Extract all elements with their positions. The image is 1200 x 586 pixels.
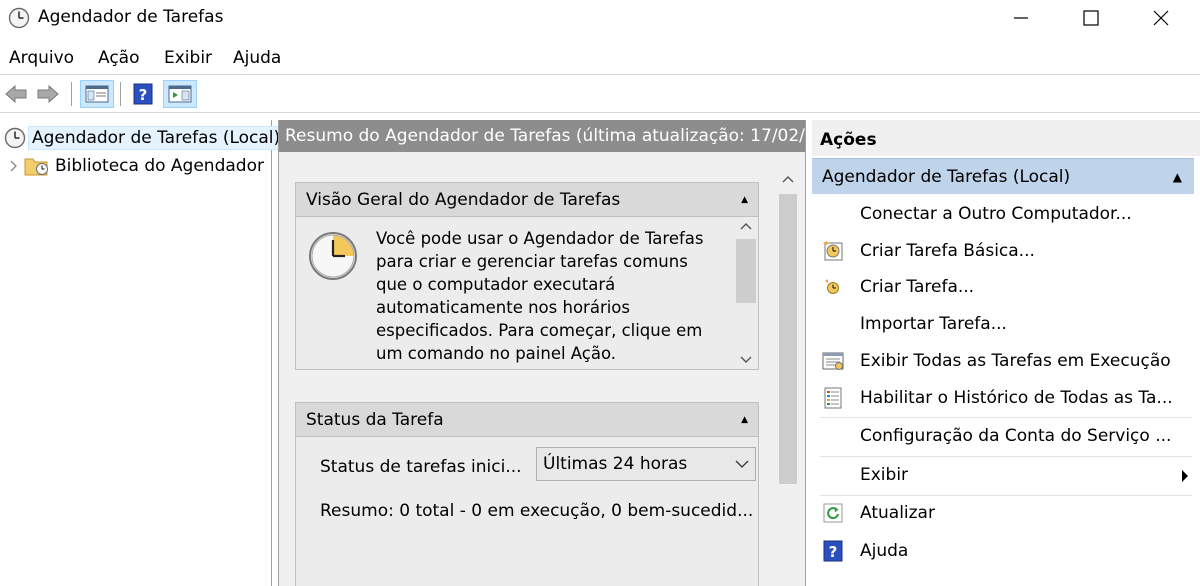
- summary-pane: Resumo do Agendador de Tarefas (última a…: [278, 120, 806, 586]
- summary-header: Resumo do Agendador de Tarefas (última a…: [279, 120, 805, 152]
- action-view-submenu[interactable]: Exibir: [812, 457, 1200, 493]
- menu-bar: Arquivo Ação Exibir Ajuda: [0, 40, 1200, 74]
- tree-item-label: Agendador de Tarefas (Local): [28, 126, 285, 150]
- back-arrow-icon: [5, 84, 27, 104]
- collapse-icon[interactable]: ▲: [741, 403, 748, 437]
- actions-group-label: Agendador de Tarefas (Local): [822, 167, 1071, 187]
- forward-arrow-icon: [37, 84, 59, 104]
- overview-scrollbar[interactable]: [734, 217, 758, 369]
- title-bar: Agendador de Tarefas: [0, 0, 1200, 36]
- status-period-label: Status de tarefas inici...: [320, 457, 522, 477]
- task-status-section: Status da Tarefa ▲ Status de tarefas ini…: [295, 402, 759, 586]
- menu-ajuda[interactable]: Ajuda: [233, 48, 281, 68]
- status-period-select[interactable]: Últimas 24 horas: [536, 447, 756, 481]
- overview-description: Você pode usar o Agendador de Tarefas pa…: [376, 229, 704, 363]
- menu-arquivo[interactable]: Arquivo: [9, 48, 74, 68]
- show-hide-console-tree-button[interactable]: [80, 80, 114, 108]
- clock-icon: [8, 7, 30, 34]
- submenu-arrow-icon: [1180, 468, 1190, 488]
- action-label: Exibir: [860, 465, 909, 485]
- action-label: Importar Tarefa...: [860, 314, 1007, 334]
- history-icon: [818, 387, 848, 409]
- tree-item-root[interactable]: Agendador de Tarefas (Local): [2, 124, 285, 152]
- action-label: Ajuda: [860, 541, 909, 561]
- overview-body: Você pode usar o Agendador de Tarefas pa…: [296, 217, 758, 369]
- show-hide-action-pane-button[interactable]: [163, 80, 197, 108]
- basic-task-icon: [818, 240, 848, 262]
- action-pane-icon: [168, 85, 192, 103]
- task-status-title: Status da Tarefa: [306, 410, 444, 430]
- menu-exibir[interactable]: Exibir: [164, 48, 212, 68]
- help-button[interactable]: ?: [128, 80, 158, 108]
- collapse-icon[interactable]: ▲: [741, 183, 748, 217]
- collapse-icon[interactable]: ▲: [1173, 159, 1182, 195]
- close-button[interactable]: [1126, 0, 1196, 36]
- chevron-down-icon: [735, 448, 749, 480]
- action-create-task[interactable]: Criar Tarefa...: [812, 269, 1200, 305]
- tree-item-label: Biblioteca do Agendador: [55, 156, 264, 176]
- actions-title: Ações: [812, 120, 1200, 156]
- action-refresh[interactable]: Atualizar: [812, 495, 1200, 531]
- menu-acao[interactable]: Ação: [98, 48, 140, 68]
- running-tasks-icon: [818, 351, 848, 371]
- svg-text:?: ?: [829, 543, 838, 561]
- minimize-button[interactable]: [986, 0, 1056, 36]
- help-icon: ?: [818, 540, 848, 562]
- console-tree: Agendador de Tarefas (Local) Biblioteca …: [0, 120, 285, 586]
- folder-clock-icon: [22, 155, 52, 177]
- action-display-running-tasks[interactable]: Exibir Todas as Tarefas em Execução: [812, 343, 1200, 379]
- action-label: Criar Tarefa Básica...: [860, 241, 1035, 261]
- scrollbar-thumb[interactable]: [736, 239, 756, 303]
- action-help[interactable]: ? Ajuda: [812, 533, 1200, 569]
- maximize-icon: [1083, 10, 1099, 26]
- status-summary: Resumo: 0 total - 0 em execução, 0 bem-s…: [320, 501, 754, 521]
- action-create-basic-task[interactable]: Criar Tarefa Básica...: [812, 233, 1200, 269]
- task-status-section-header[interactable]: Status da Tarefa ▲: [296, 403, 758, 437]
- overview-title: Visão Geral do Agendador de Tarefas: [306, 190, 621, 210]
- action-service-account-config[interactable]: Configuração da Conta do Serviço ...: [812, 418, 1200, 454]
- maximize-button[interactable]: [1056, 0, 1126, 36]
- action-label: Configuração da Conta do Serviço ...: [860, 426, 1172, 446]
- toolbar-divider: [0, 112, 1200, 113]
- console-tree-icon: [85, 85, 109, 103]
- scroll-up-icon[interactable]: [739, 221, 753, 231]
- toolbar-separator: [71, 82, 72, 106]
- help-icon: ?: [133, 83, 153, 105]
- scroll-up-icon[interactable]: [781, 174, 795, 184]
- task-status-body: Status de tarefas inici... Últimas 24 ho…: [296, 437, 758, 586]
- action-label: Exibir Todas as Tarefas em Execução: [860, 351, 1171, 371]
- clock-icon: [308, 231, 358, 286]
- scroll-down-icon[interactable]: [739, 355, 753, 365]
- status-period-value: Últimas 24 horas: [543, 454, 688, 474]
- back-button[interactable]: [2, 80, 30, 108]
- menu-divider: [0, 74, 1200, 75]
- actions-pane: Ações Agendador de Tarefas (Local) ▲ Con…: [812, 120, 1200, 586]
- overview-section: Visão Geral do Agendador de Tarefas ▲ Vo…: [295, 182, 759, 370]
- action-connect-computer[interactable]: Conectar a Outro Computador...: [812, 196, 1200, 232]
- summary-scrollbar[interactable]: [775, 168, 801, 586]
- actions-group-header[interactable]: Agendador de Tarefas (Local) ▲: [812, 158, 1194, 194]
- forward-button[interactable]: [34, 80, 62, 108]
- scrollbar-thumb[interactable]: [779, 194, 797, 484]
- svg-text:?: ?: [139, 86, 148, 104]
- action-import-task[interactable]: Importar Tarefa...: [812, 306, 1200, 342]
- action-enable-history[interactable]: Habilitar o Histórico de Todas as Ta...: [812, 380, 1200, 416]
- tree-item-library[interactable]: Biblioteca do Agendador: [6, 152, 267, 180]
- overview-section-header[interactable]: Visão Geral do Agendador de Tarefas ▲: [296, 183, 758, 217]
- create-task-icon: [818, 277, 848, 297]
- clock-icon: [2, 127, 28, 149]
- toolbar-separator: [120, 82, 121, 106]
- action-label: Atualizar: [860, 503, 935, 523]
- action-label: Criar Tarefa...: [860, 277, 975, 297]
- minimize-icon: [1014, 17, 1028, 19]
- close-icon: [1153, 10, 1169, 26]
- chevron-right-icon[interactable]: [6, 160, 22, 172]
- action-label: Conectar a Outro Computador...: [860, 204, 1132, 224]
- refresh-icon: [818, 502, 848, 524]
- action-label: Habilitar o Histórico de Todas as Ta...: [860, 388, 1173, 408]
- window-title: Agendador de Tarefas: [38, 7, 224, 27]
- toolbar: ?: [0, 76, 1200, 112]
